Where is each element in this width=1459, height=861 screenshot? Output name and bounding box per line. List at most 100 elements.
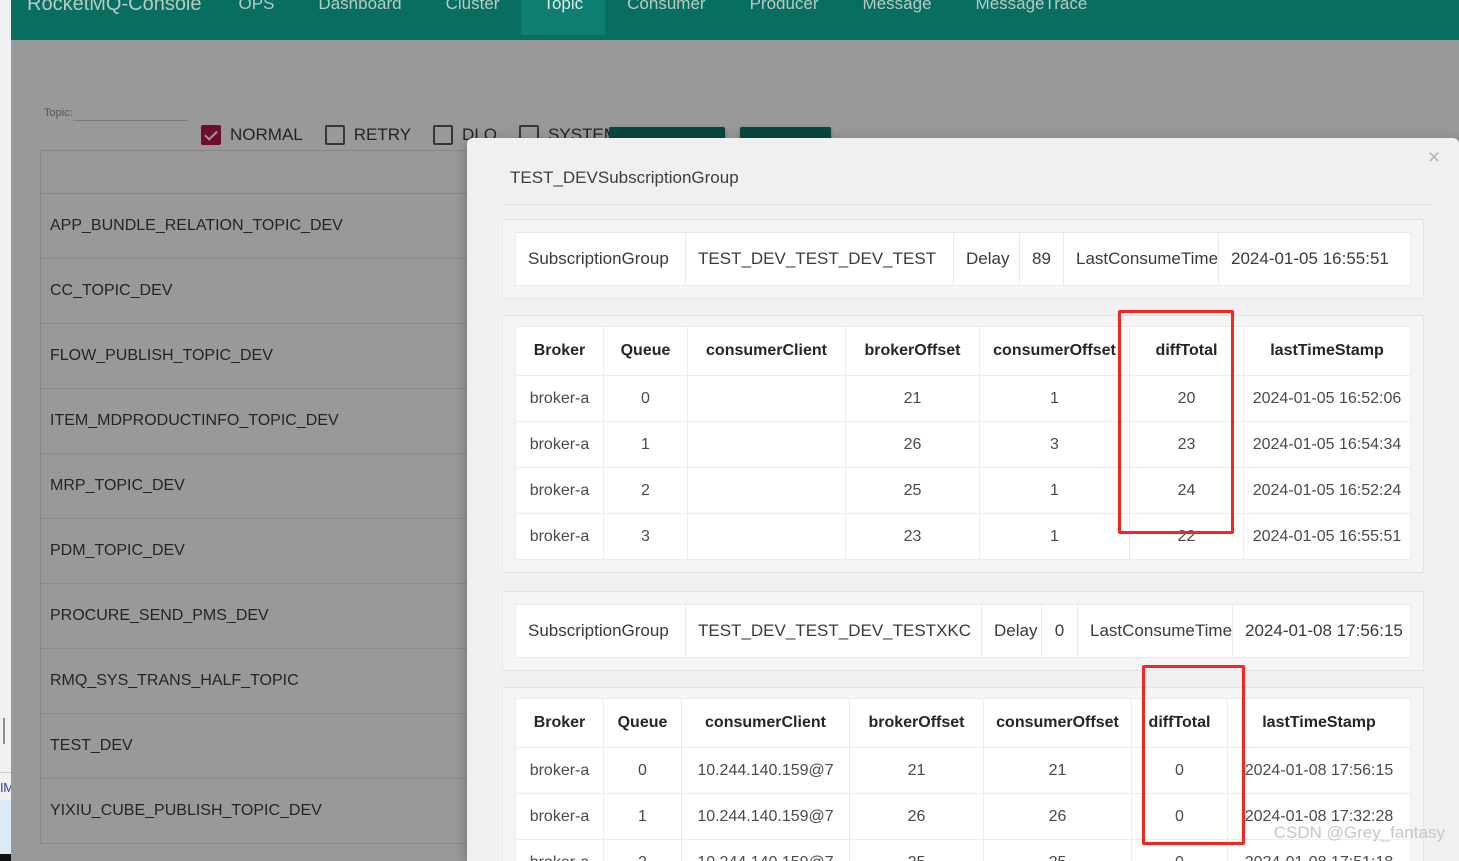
subscription-group-modal: × TEST_DEVSubscriptionGroup Subscription… [467,138,1459,861]
table-row: broker-a 2 10.244.140.159@7 25 25 0 2024… [515,839,1411,861]
cell-lasttimestamp: 2024-01-05 16:52:06 [1243,375,1411,422]
cell-consumerclient [687,467,846,514]
cell-broker: broker-a [515,375,604,422]
col-queue: Queue [603,326,688,376]
delay-label: Delay [953,232,1020,286]
app-brand[interactable]: RocketMQ-Console [11,0,202,14]
col-broker: Broker [515,326,604,376]
cell-consumerclient: 10.244.140.159@7 [681,839,850,861]
cell-consumeroffset: 1 [979,513,1130,560]
col-consumerclient: consumerClient [681,698,850,748]
modal-body[interactable]: SubscriptionGroup TEST_DEV_TEST_DEV_TEST… [467,205,1459,861]
cell-brokeroffset: 25 [849,839,984,861]
lastconsumetime-value: 2024-01-08 17:56:15 [1232,604,1411,658]
col-brokeroffset: brokerOffset [849,698,984,748]
cell-difftotal: 0 [1131,839,1228,861]
cell-consumeroffset: 1 [979,375,1130,422]
lastconsumetime-value: 2024-01-05 16:55:51 [1218,232,1411,286]
cell-broker: broker-a [515,747,604,794]
queue-detail-table: Broker Queue consumerClient brokerOffset… [515,326,1411,560]
background-text-caret [3,718,5,744]
queue-detail-card: Broker Queue consumerClient brokerOffset… [502,687,1424,861]
cell-queue: 1 [603,793,682,840]
subscriptiongroup-value: TEST_DEV_TEST_DEV_TEST [685,232,954,286]
cell-difftotal: 0 [1131,747,1228,794]
cell-brokeroffset: 26 [845,421,980,468]
col-difftotal: diffTotal [1131,698,1228,748]
subscription-group-info-card: SubscriptionGroup TEST_DEV_TEST_DEV_TEST… [502,591,1424,671]
col-consumeroffset: consumerOffset [983,698,1132,748]
table-header-row: Broker Queue consumerClient brokerOffset… [515,698,1411,748]
screen-root: IM RocketMQ-Console OPS Dashboard Cluste… [0,0,1459,861]
col-broker: Broker [515,698,604,748]
cell-broker: broker-a [515,467,604,514]
cell-consumeroffset: 21 [983,747,1132,794]
subscriptiongroup-value: TEST_DEV_TEST_DEV_TESTXKC [685,604,982,658]
cell-brokeroffset: 26 [849,793,984,840]
table-row: SubscriptionGroup TEST_DEV_TEST_DEV_TEST… [515,604,1411,658]
cell-lasttimestamp: 2024-01-08 17:56:15 [1227,747,1411,794]
nav-item-ops[interactable]: OPS [217,0,297,35]
cell-queue: 2 [603,839,682,861]
cell-consumerclient [687,421,846,468]
cell-difftotal: 23 [1129,421,1244,468]
lastconsumetime-label: LastConsumeTime [1063,232,1219,286]
cell-difftotal: 24 [1129,467,1244,514]
cell-consumerclient: 10.244.140.159@7 [681,747,850,794]
cell-broker: broker-a [515,513,604,560]
cell-queue: 0 [603,747,682,794]
cell-broker: broker-a [515,839,604,861]
delay-value: 89 [1019,232,1064,286]
cell-difftotal: 20 [1129,375,1244,422]
col-consumerclient: consumerClient [687,326,846,376]
cell-broker: broker-a [515,421,604,468]
col-lasttimestamp: lastTimeStamp [1227,698,1411,748]
cell-broker: broker-a [515,793,604,840]
cell-lasttimestamp: 2024-01-05 16:54:34 [1243,421,1411,468]
cell-consumeroffset: 26 [983,793,1132,840]
nav-item-messagetrace[interactable]: MessageTrace [954,0,1110,35]
table-row: broker-a 3 23 1 22 2024-01-05 16:55:51 [515,513,1411,560]
cell-queue: 0 [603,375,688,422]
col-lasttimestamp: lastTimeStamp [1243,326,1411,376]
col-brokeroffset: brokerOffset [845,326,980,376]
cell-lasttimestamp: 2024-01-05 16:52:24 [1243,467,1411,514]
cell-lasttimestamp: 2024-01-08 17:51:18 [1227,839,1411,861]
nav-item-consumer[interactable]: Consumer [605,0,727,35]
cell-queue: 3 [603,513,688,560]
cell-lasttimestamp: 2024-01-08 17:32:28 [1227,793,1411,840]
cell-lasttimestamp: 2024-01-05 16:55:51 [1243,513,1411,560]
col-queue: Queue [603,698,682,748]
modal-title: TEST_DEVSubscriptionGroup [510,168,739,187]
delay-value: 0 [1041,604,1078,658]
nav-item-cluster[interactable]: Cluster [424,0,522,35]
cell-consumerclient: 10.244.140.159@7 [681,793,850,840]
nav-item-dashboard[interactable]: Dashboard [296,0,423,35]
nav-item-topic[interactable]: Topic [521,0,606,35]
table-row: broker-a 0 10.244.140.159@7 21 21 0 2024… [515,747,1411,794]
cell-consumeroffset: 1 [979,467,1130,514]
cell-consumerclient [687,375,846,422]
queue-detail-card: Broker Queue consumerClient brokerOffset… [502,315,1424,573]
table-header-row: Broker Queue consumerClient brokerOffset… [515,326,1411,376]
top-navbar: RocketMQ-Console OPS Dashboard Cluster T… [11,0,1459,40]
close-icon[interactable]: × [1422,146,1446,170]
rocketmq-console-app: RocketMQ-Console OPS Dashboard Cluster T… [11,0,1459,861]
col-difftotal: diffTotal [1129,326,1244,376]
cell-consumeroffset: 3 [979,421,1130,468]
queue-detail-table: Broker Queue consumerClient brokerOffset… [515,698,1411,861]
cell-brokeroffset: 21 [849,747,984,794]
cell-difftotal: 22 [1129,513,1244,560]
cell-difftotal: 0 [1131,793,1228,840]
subscriptiongroup-label: SubscriptionGroup [515,604,686,658]
table-row: broker-a 1 26 3 23 2024-01-05 16:54:34 [515,421,1411,468]
cell-brokeroffset: 25 [845,467,980,514]
nav-item-message[interactable]: Message [841,0,954,35]
nav-item-list: OPS Dashboard Cluster Topic Consumer Pro… [217,0,1110,40]
nav-item-producer[interactable]: Producer [728,0,841,35]
cell-queue: 1 [603,421,688,468]
subscription-group-info-table: SubscriptionGroup TEST_DEV_TEST_DEV_TEST… [515,232,1411,286]
table-row: SubscriptionGroup TEST_DEV_TEST_DEV_TEST… [515,232,1411,286]
cell-consumerclient [687,513,846,560]
table-row: broker-a 1 10.244.140.159@7 26 26 0 2024… [515,793,1411,840]
